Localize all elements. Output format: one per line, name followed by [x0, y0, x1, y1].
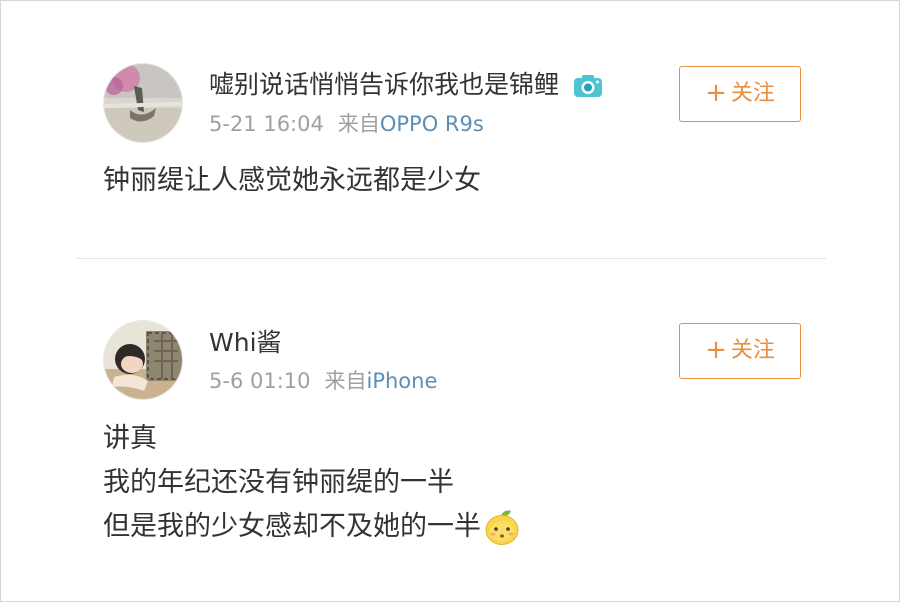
comment-line: 我的年纪还没有钟丽缇的一半	[103, 467, 454, 498]
post-time: 5-6 01:10	[209, 369, 311, 393]
avatar[interactable]	[103, 63, 183, 143]
follow-button[interactable]: + 关注	[679, 323, 801, 379]
source-prefix: 来自	[324, 369, 367, 393]
follow-button[interactable]: + 关注	[679, 66, 801, 122]
post-meta: 5-6 01:10 来自iPhone	[209, 366, 437, 396]
comment-item: Whi酱 5-6 01:10 来自iPhone + 关注 讲真 我的年纪还没有钟丽缇…	[1, 259, 899, 601]
follow-label: 关注	[730, 338, 775, 363]
avatar-image	[104, 64, 182, 142]
lemon-face-emoji-icon	[483, 509, 521, 547]
avatar-image	[104, 321, 182, 399]
post-meta: 5-21 16:04 来自OPPO R9s	[209, 109, 484, 139]
follow-label: 关注	[730, 81, 775, 106]
username[interactable]: 嘘别说话悄悄告诉你我也是锦鲤	[209, 67, 603, 102]
source-prefix: 来自	[337, 112, 380, 136]
device-link[interactable]: iPhone	[367, 369, 438, 393]
comment-feed: 嘘别说话悄悄告诉你我也是锦鲤 5-21 16:04 来自OPPO R9s + 关注 …	[0, 0, 900, 602]
comment-line: 但是我的少女感却不及她的一半	[103, 505, 521, 549]
device-link[interactable]: OPPO R9s	[380, 112, 484, 136]
comment-line: 钟丽缇让人感觉她永远都是少女	[103, 165, 481, 196]
comment-item: 嘘别说话悄悄告诉你我也是锦鲤 5-21 16:04 来自OPPO R9s + 关注 …	[1, 1, 899, 259]
plus-icon: +	[705, 78, 727, 108]
comment-text: 讲真 我的年纪还没有钟丽缇的一半 但是我的少女感却不及她的一半	[103, 417, 521, 549]
comment-line-text: 但是我的少女感却不及她的一半	[103, 511, 481, 542]
username[interactable]: Whi酱	[209, 325, 282, 360]
avatar[interactable]	[103, 320, 183, 400]
username-text[interactable]: Whi酱	[209, 328, 282, 357]
plus-icon: +	[705, 335, 727, 365]
camera-badge-icon	[573, 73, 603, 97]
post-time: 5-21 16:04	[209, 112, 324, 136]
comment-text: 钟丽缇让人感觉她永远都是少女	[103, 159, 481, 203]
username-text[interactable]: 嘘别说话悄悄告诉你我也是锦鲤	[209, 70, 559, 99]
comment-line: 讲真	[103, 423, 157, 454]
